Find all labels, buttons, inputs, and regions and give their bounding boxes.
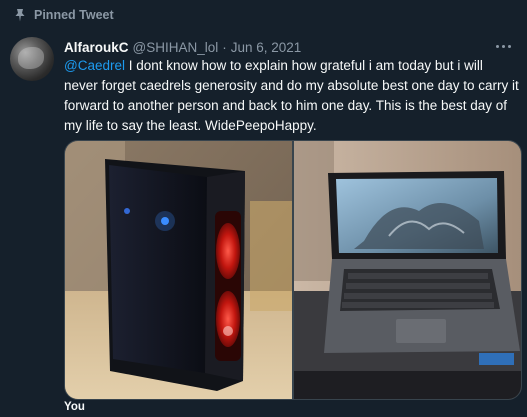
avatar[interactable] bbox=[10, 37, 54, 81]
photo-laptop[interactable] bbox=[294, 141, 521, 399]
tweet-body: I dont know how to explain how grateful … bbox=[64, 58, 519, 133]
pinned-tweet-indicator: Pinned Tweet bbox=[12, 7, 114, 23]
pinned-tweet-label: Pinned Tweet bbox=[34, 8, 114, 22]
user-handle[interactable]: @SHIHAN_lol bbox=[133, 40, 219, 55]
more-options-icon[interactable] bbox=[491, 34, 515, 58]
tweet-date[interactable]: Jun 6, 2021 bbox=[231, 40, 302, 55]
mention-link[interactable]: @Caedrel bbox=[64, 58, 125, 73]
tweet-media bbox=[64, 140, 522, 400]
pin-icon bbox=[15, 9, 25, 22]
footer-you-label: You bbox=[64, 401, 85, 413]
tweet-header: AlfaroukC @SHIHAN_lol · Jun 6, 2021 bbox=[64, 38, 487, 56]
separator-dot: · bbox=[222, 39, 227, 55]
tweet-text: @Caedrel I dont know how to explain how … bbox=[64, 56, 519, 136]
display-name[interactable]: AlfaroukC bbox=[64, 40, 129, 55]
photo-pc-case[interactable] bbox=[65, 141, 292, 399]
